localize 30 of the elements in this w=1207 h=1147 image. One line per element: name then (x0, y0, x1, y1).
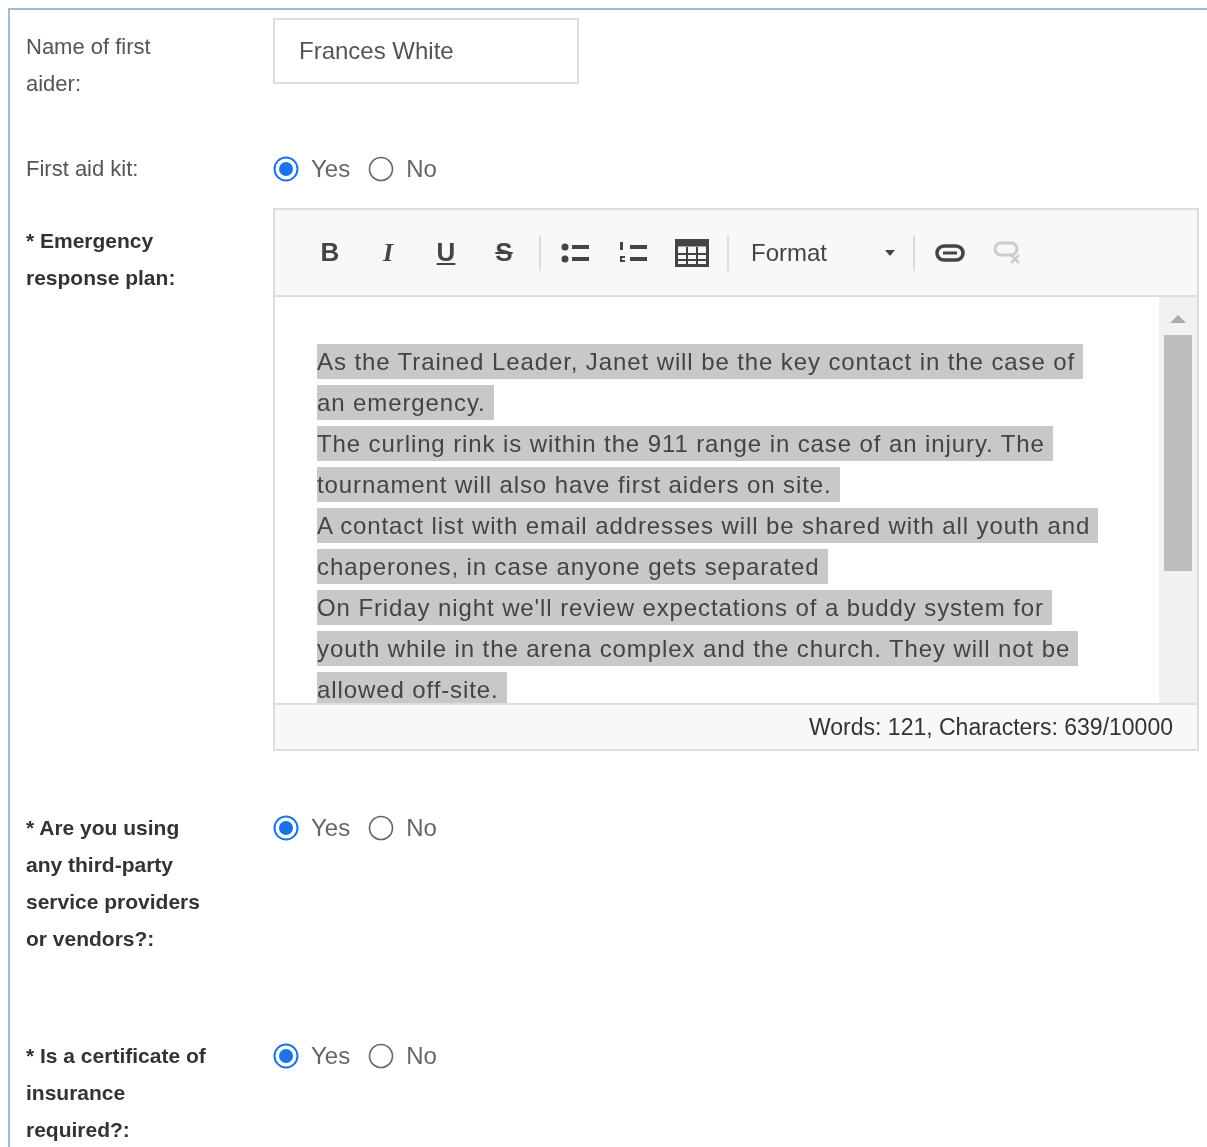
radio-label: Yes (311, 1042, 351, 1070)
radio-label: No (406, 155, 437, 183)
underline-button[interactable]: U (417, 230, 475, 275)
text-field[interactable]: Frances White (273, 18, 579, 84)
caret-icon (885, 249, 895, 256)
field-label: * Are you using any third-party service providers or vendors?: (26, 815, 201, 952)
radio-label: No (406, 1042, 437, 1070)
scrollbar[interactable] (1159, 297, 1197, 703)
scrollbar-thumb[interactable] (1164, 335, 1192, 571)
word-count: Words: 121, Characters: 639/10000 (275, 703, 1197, 749)
table-icon[interactable] (675, 238, 709, 267)
link-icon[interactable] (935, 243, 965, 262)
field-label: Name of first aider: (26, 33, 152, 98)
field-label: * Emergency response plan: (26, 228, 177, 291)
radio-button[interactable] (368, 1043, 395, 1069)
rich-text-editor[interactable] (273, 208, 1199, 751)
radio-label: Yes (311, 155, 351, 183)
radio-button[interactable] (273, 156, 299, 182)
italic-button[interactable]: I (359, 230, 417, 275)
radio-label: No (406, 814, 437, 842)
format-dropdown[interactable]: Format (735, 230, 907, 275)
radio-label: Yes (311, 814, 351, 842)
radio-button[interactable] (368, 156, 395, 182)
radio-button[interactable] (273, 1043, 299, 1069)
bold-button[interactable]: B (301, 230, 359, 275)
field-label: First aid kit: (26, 155, 140, 183)
strikethrough-button[interactable]: S (475, 230, 533, 275)
field-label: * Is a certificate of insurance required?: (26, 1043, 207, 1143)
radio-button[interactable] (273, 815, 299, 841)
radio-button[interactable] (368, 815, 395, 841)
